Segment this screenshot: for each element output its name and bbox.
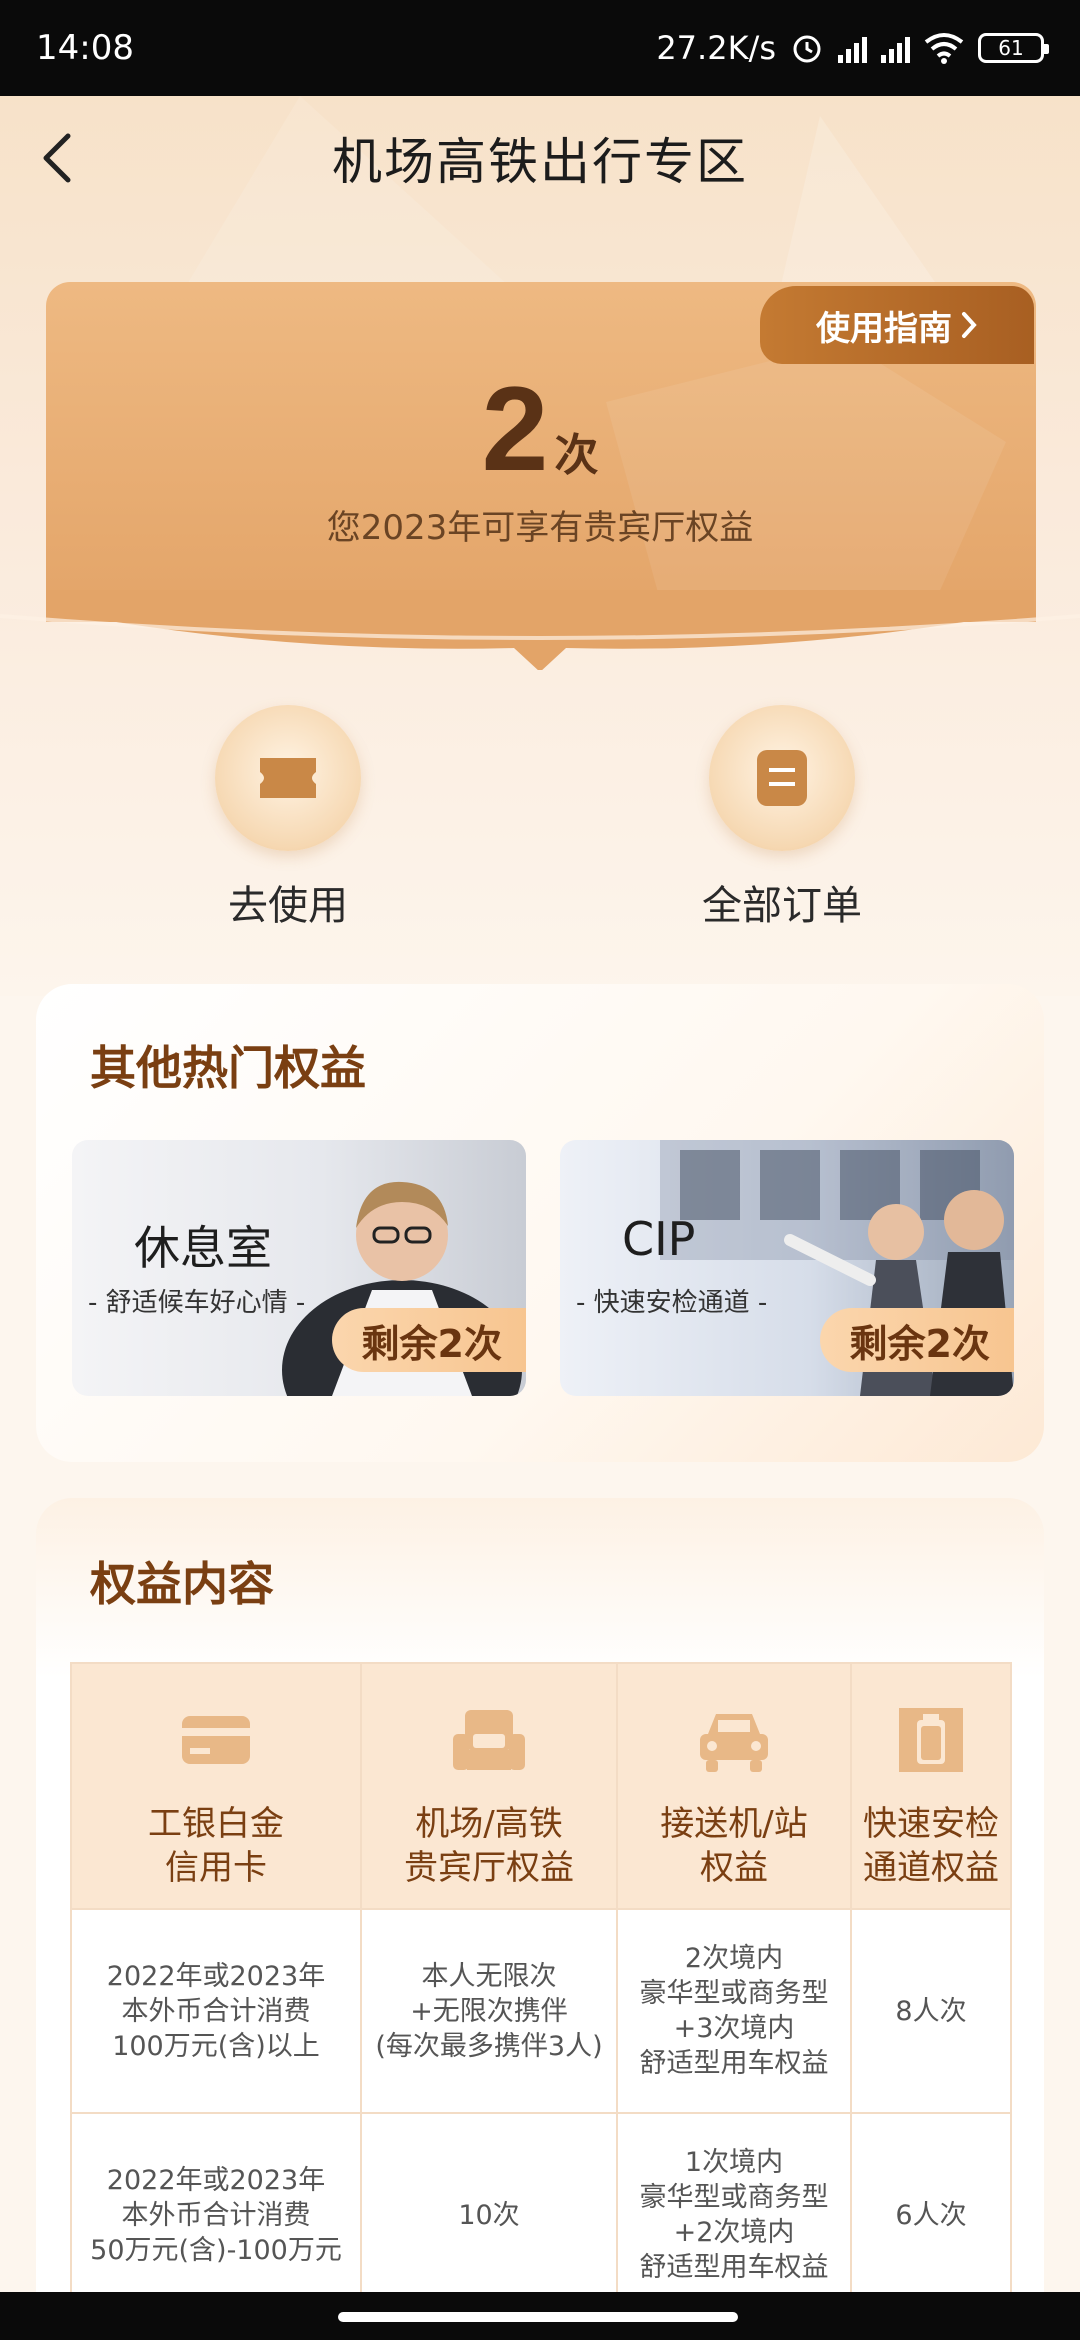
nav-bar: 机场高铁出行专区 — [0, 96, 1080, 220]
luggage-icon — [899, 1708, 963, 1772]
use-now-label: 去使用 — [228, 883, 348, 929]
card-icon — [182, 1716, 250, 1764]
wifi-icon — [924, 33, 964, 64]
header-line: 信用卡 — [165, 1848, 267, 1888]
cell-line: (每次最多携伴3人) — [375, 2030, 603, 2062]
header-pickup: 接送机/站 权益 — [616, 1662, 852, 1910]
cell-line: 本外币合计消费 — [121, 1995, 311, 2027]
net-speed: 27.2K/s — [656, 29, 776, 67]
quota-count-number: 2 — [481, 362, 549, 496]
quota-description: 您2023年可享有贵宾厅权益 — [326, 508, 754, 548]
back-chevron-icon[interactable] — [36, 132, 80, 184]
sofa-icon — [453, 1710, 525, 1770]
status-time: 14:08 — [36, 28, 134, 68]
cell-line: 1次境内 — [684, 2147, 784, 2178]
all-orders-button[interactable]: 全部订单 — [682, 705, 882, 931]
header-line: 机场/高铁 — [415, 1804, 563, 1844]
all-orders-icon-circle — [709, 705, 855, 851]
benefit-subtitle: - 快速安检通道 - — [576, 1288, 768, 1318]
benefit-name: 休息室 — [134, 1221, 272, 1275]
header-line: 贵宾厅权益 — [404, 1848, 574, 1888]
gesture-bar — [0, 2292, 1080, 2340]
rights-table: 工银白金 信用卡 机场/高铁 贵宾厅权益 接送机/站 权益 快速安检 通道权益 … — [70, 1662, 1012, 2318]
cell-line: 2022年或2023年 — [106, 1960, 326, 1992]
cell-line: 豪华型或商务型 — [639, 2182, 829, 2213]
quota-card-curve — [0, 590, 1080, 670]
quota-count-unit: 次 — [554, 430, 599, 481]
cell-line: 2022年或2023年 — [106, 2164, 326, 2196]
rights-title: 权益内容 — [90, 1557, 274, 1611]
page-title: 机场高铁出行专区 — [332, 133, 748, 191]
battery-level: 61 — [998, 36, 1024, 60]
table-cell: 2022年或2023年 本外币合计消费 50万元(含)-100万元 — [70, 2112, 362, 2318]
cell-line: 本人无限次 — [421, 1960, 557, 1992]
signal-hd-icon — [838, 33, 867, 63]
cell-line: 本外币合计消费 — [121, 2199, 311, 2231]
quota-count: 2次 — [0, 360, 1080, 498]
table-cell: 1次境内 豪华型或商务型 +2次境内 舒适型用车权益 — [616, 2112, 852, 2318]
chevron-right-icon — [962, 312, 977, 338]
remaining-badge: 剩余2次 — [819, 1308, 1014, 1372]
all-orders-label: 全部订单 — [702, 883, 862, 929]
table-row: 2022年或2023年 本外币合计消费 100万元(含)以上 本人无限次 +无限… — [70, 1908, 1012, 2114]
table-cell: 本人无限次 +无限次携伴 (每次最多携伴3人) — [360, 1908, 618, 2114]
benefit-name: CIP — [622, 1212, 696, 1266]
status-bar: 14:08 27.2K/s 61 — [0, 0, 1080, 96]
header-card: 工银白金 信用卡 — [70, 1662, 362, 1910]
cell-line: 舒适型用车权益 — [639, 2252, 829, 2283]
table-cell: 8人次 — [850, 1908, 1012, 2114]
cell-line: 8人次 — [895, 1995, 967, 2027]
home-indicator[interactable] — [338, 2312, 738, 2322]
table-cell: 2022年或2023年 本外币合计消费 100万元(含)以上 — [70, 1908, 362, 2114]
use-now-button[interactable]: 去使用 — [188, 705, 388, 931]
usage-guide-button[interactable]: 使用指南 — [760, 286, 1034, 364]
table-header-row: 工银白金 信用卡 机场/高铁 贵宾厅权益 接送机/站 权益 快速安检 通道权益 — [70, 1662, 1012, 1910]
car-icon — [700, 1714, 768, 1772]
cell-line: 6人次 — [895, 2199, 967, 2231]
benefit-card-cip[interactable]: CIP - 快速安检通道 - 剩余2次 — [560, 1140, 1014, 1396]
cell-line: 2次境内 — [684, 1943, 784, 1974]
cell-line: +无限次携伴 — [410, 1995, 568, 2027]
header-line: 权益 — [700, 1848, 768, 1888]
cell-line: 50万元(含)-100万元 — [90, 2234, 342, 2266]
header-lounge: 机场/高铁 贵宾厅权益 — [360, 1662, 618, 1910]
use-now-icon-circle — [215, 705, 361, 851]
header-line: 工银白金 — [148, 1804, 284, 1844]
cell-line: +2次境内 — [673, 2217, 795, 2248]
signal-hd-icon — [881, 33, 910, 63]
cell-line: 100万元(含)以上 — [112, 2030, 320, 2062]
benefit-card-lounge[interactable]: 休息室 - 舒适候车好心情 - 剩余2次 — [72, 1140, 526, 1396]
table-cell: 10次 — [360, 2112, 618, 2318]
usage-guide-label: 使用指南 — [816, 308, 952, 349]
header-line: 快速安检 — [863, 1804, 999, 1844]
header-security: 快速安检 通道权益 — [850, 1662, 1012, 1910]
header-line: 通道权益 — [863, 1848, 999, 1888]
hot-benefits-title: 其他热门权益 — [90, 1041, 366, 1095]
ticket-icon — [260, 758, 316, 798]
cell-line: 豪华型或商务型 — [639, 1978, 829, 2009]
benefit-subtitle: - 舒适候车好心情 - — [88, 1288, 306, 1318]
order-icon — [757, 750, 807, 806]
remaining-badge: 剩余2次 — [331, 1308, 526, 1372]
alarm-icon — [793, 35, 821, 63]
header-line: 接送机/站 — [660, 1804, 808, 1844]
table-cell: 2次境内 豪华型或商务型 +3次境内 舒适型用车权益 — [616, 1908, 852, 2114]
battery-icon: 61 — [978, 33, 1049, 63]
table-cell: 6人次 — [850, 2112, 1012, 2318]
cell-line: 舒适型用车权益 — [639, 2048, 829, 2079]
table-row: 2022年或2023年 本外币合计消费 50万元(含)-100万元 10次 1次… — [70, 2112, 1012, 2318]
cell-line: +3次境内 — [673, 2013, 795, 2044]
status-icons: 27.2K/s 61 — [656, 29, 1049, 67]
cell-line: 10次 — [458, 2199, 520, 2231]
